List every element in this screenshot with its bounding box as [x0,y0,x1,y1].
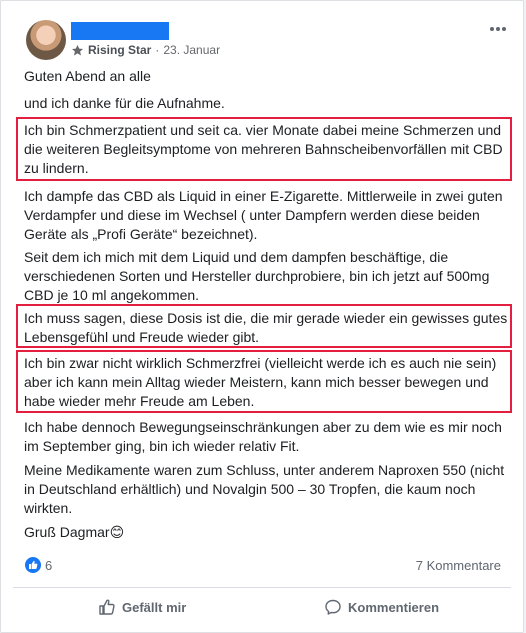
comments-count[interactable]: 7 Kommentare [416,558,501,573]
comment-button[interactable]: Kommentieren [324,598,439,616]
reaction-summary[interactable]: 6 [25,557,52,573]
post-paragraph: Ich muss sagen, diese Dosis ist die, die… [24,310,508,345]
post-paragraph: Ich bin zwar nicht wirklich Schmerzfrei … [24,355,497,409]
author-name-redacted[interactable] [71,22,169,40]
post-header: Rising Star · 23. Januar [26,20,511,62]
like-reaction-icon [25,557,41,573]
meta-separator: · [155,43,160,57]
like-count: 6 [45,557,53,573]
comment-icon [325,599,341,615]
post-card: Rising Star · 23. Januar Guten Abend an … [0,0,524,633]
footer-divider [13,587,511,588]
post-paragraph: Guten Abend an alle [24,68,151,84]
rising-star-badge-icon [71,44,84,57]
post-paragraph: Gruß Dagmar😊 [24,524,125,540]
post-paragraph: Ich bin Schmerzpatient und seit ca. vier… [24,122,503,176]
post-paragraph: und ich danke für die Aufnahme. [24,95,225,111]
post-paragraph: Meine Medikamente waren zum Schluss, unt… [24,462,505,516]
comment-button-label: Kommentieren [348,599,440,615]
more-options-icon[interactable] [489,22,509,34]
like-button[interactable]: Gefällt mir [98,598,186,616]
avatar[interactable] [26,20,66,60]
post-paragraph: Ich dampfe das CBD als Liquid in einer E… [24,188,503,242]
post-meta: Rising Star · 23. Januar [71,43,220,57]
post-date[interactable]: 23. Januar [163,43,220,57]
badge-label[interactable]: Rising Star [88,43,151,57]
like-button-label: Gefällt mir [122,599,187,615]
post-paragraph: Seit dem ich mich mit dem Liquid und dem… [24,249,490,303]
post-paragraph: Ich habe dennoch Bewegungseinschränkunge… [24,419,502,454]
thumbs-up-icon [99,599,115,615]
